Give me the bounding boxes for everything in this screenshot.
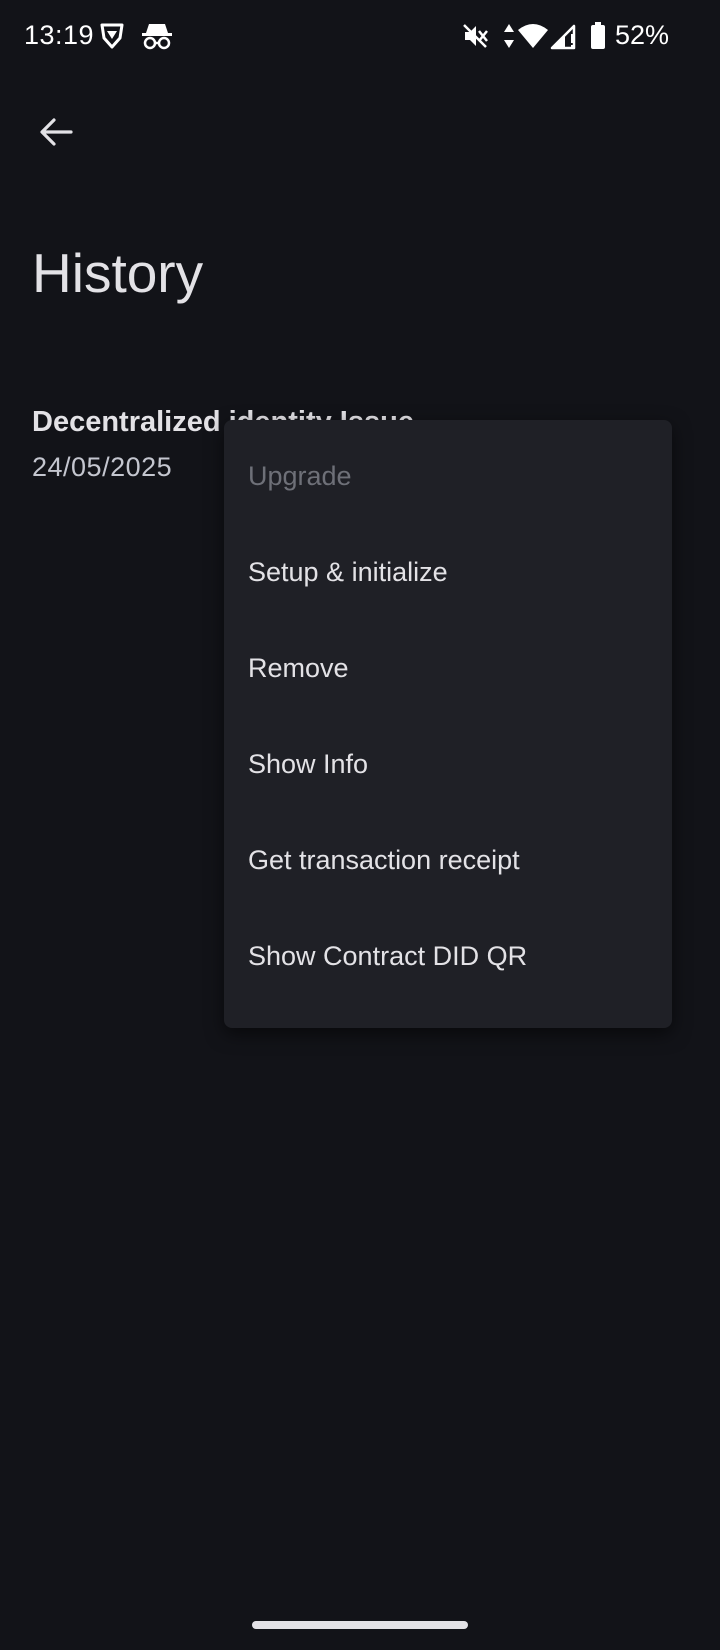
- status-bar: 13:19 52%: [0, 0, 720, 72]
- menu-item-show-info[interactable]: Show Info: [224, 716, 672, 812]
- mute-icon: [463, 24, 488, 48]
- wifi-icon: [518, 24, 548, 48]
- status-time: 13:19: [24, 20, 95, 50]
- menu-item-setup-initialize[interactable]: Setup & initialize: [224, 524, 672, 620]
- menu-item-get-transaction-receipt[interactable]: Get transaction receipt: [224, 812, 672, 908]
- menu-item-remove[interactable]: Remove: [224, 620, 672, 716]
- context-menu: Upgrade Setup & initialize Remove Show I…: [224, 420, 672, 1028]
- arrow-left-icon: [40, 118, 73, 146]
- incognito-icon: [142, 24, 172, 50]
- history-item-date: 24/05/2025: [32, 452, 173, 482]
- battery-percent: 52%: [615, 20, 670, 50]
- battery-icon: [591, 22, 605, 49]
- page-title: History: [32, 242, 204, 304]
- menu-item-show-contract-did-qr[interactable]: Show Contract DID QR: [224, 908, 672, 1004]
- home-indicator[interactable]: [252, 1621, 468, 1629]
- data-arrows-icon: [504, 24, 514, 48]
- brave-icon: [100, 23, 124, 49]
- menu-item-upgrade: Upgrade: [248, 460, 352, 491]
- back-button[interactable]: [28, 104, 84, 160]
- signal-icon: [550, 24, 576, 50]
